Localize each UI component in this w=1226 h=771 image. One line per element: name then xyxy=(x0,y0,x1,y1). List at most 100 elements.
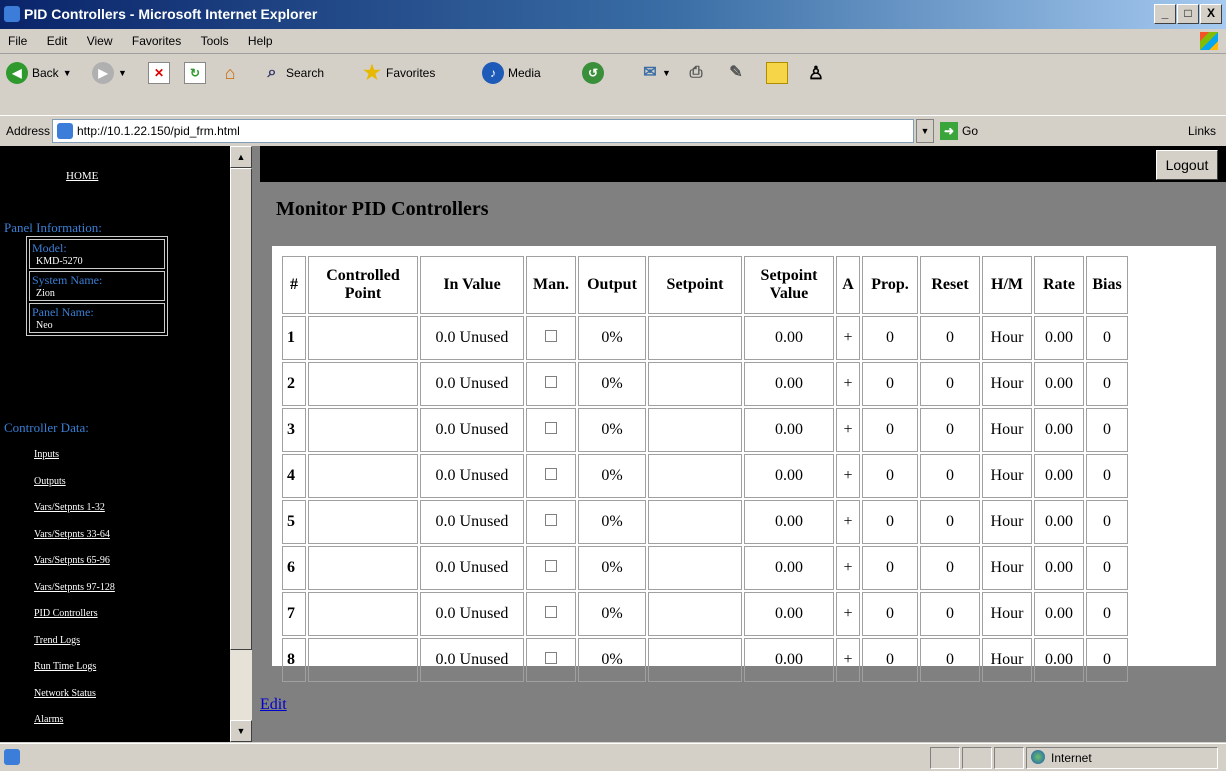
cell-manual xyxy=(526,546,576,590)
scroll-down-icon[interactable]: ▼ xyxy=(230,720,252,742)
cell-setpoint-value: 0.00 xyxy=(744,638,834,682)
forward-button[interactable]: ▶ ▼ xyxy=(92,61,127,85)
maximize-button[interactable]: □ xyxy=(1177,4,1199,24)
cell-setpoint xyxy=(648,316,742,360)
search-icon: ⌕ xyxy=(267,64,277,81)
cell-reset: 0 xyxy=(920,592,980,636)
history-button[interactable]: ↺ xyxy=(582,61,604,85)
sidebar-link-vars-97-128[interactable]: Vars/Setpnts 97-128 xyxy=(34,575,115,602)
messenger-button[interactable]: ♙ xyxy=(806,61,826,85)
manual-checkbox[interactable] xyxy=(545,560,557,572)
sidebar-link-alarms[interactable]: Alarms xyxy=(34,707,115,734)
stop-button[interactable]: ✕ xyxy=(148,61,170,85)
minimize-button[interactable]: _ xyxy=(1154,4,1176,24)
cell-setpoint xyxy=(648,408,742,452)
controller-data-heading: Controller Data: xyxy=(4,420,89,435)
cell-number: 4 xyxy=(282,454,306,498)
dropdown-icon: ▼ xyxy=(662,68,671,78)
star-icon: ★ xyxy=(363,62,381,84)
cell-action: + xyxy=(836,638,860,682)
edit-page-button[interactable]: ✎ xyxy=(726,61,746,85)
cell-bias: 0 xyxy=(1086,408,1128,452)
menu-edit[interactable]: Edit xyxy=(39,29,76,48)
cell-rate: 0.00 xyxy=(1034,454,1084,498)
cell-setpoint-value: 0.00 xyxy=(744,454,834,498)
panel-name-label: Panel Name: xyxy=(32,305,94,319)
manual-checkbox[interactable] xyxy=(545,514,557,526)
go-button[interactable]: ➜ Go xyxy=(940,122,978,140)
menu-file[interactable]: File xyxy=(0,29,35,48)
sidebar-link-inputs[interactable]: Inputs xyxy=(34,442,115,469)
back-button[interactable]: ◀ Back ▼ xyxy=(6,61,72,85)
favorites-button[interactable]: ★ Favorites xyxy=(362,61,435,85)
main-frame: Logout Monitor PID Controllers # Control… xyxy=(252,146,1226,742)
links-button[interactable]: Links xyxy=(1188,124,1216,138)
manual-checkbox[interactable] xyxy=(545,606,557,618)
page-status-icon xyxy=(4,749,20,765)
address-bar: Address http://10.1.22.150/pid_frm.html … xyxy=(0,115,1226,146)
cell-manual xyxy=(526,408,576,452)
cell-number: 6 xyxy=(282,546,306,590)
home-button[interactable]: ⌂ xyxy=(220,61,240,85)
cell-number: 3 xyxy=(282,408,306,452)
manual-checkbox[interactable] xyxy=(545,422,557,434)
col-header-rate: Rate xyxy=(1034,256,1084,314)
logout-button[interactable]: Logout xyxy=(1156,150,1218,180)
menu-help[interactable]: Help xyxy=(240,29,281,48)
sidebar-link-outputs[interactable]: Outputs xyxy=(34,469,115,496)
cell-hm: Hour xyxy=(982,592,1032,636)
discuss-button[interactable] xyxy=(766,61,788,85)
pid-table: # Controlled Point In Value Man. Output … xyxy=(280,254,1130,684)
manual-checkbox[interactable] xyxy=(545,376,557,388)
forward-arrow-icon: ▶ xyxy=(92,62,114,84)
manual-checkbox[interactable] xyxy=(545,330,557,342)
menu-view[interactable]: View xyxy=(79,29,121,48)
cell-output: 0% xyxy=(578,408,646,452)
cell-in-value: 0.0 Unused xyxy=(420,316,524,360)
cell-setpoint xyxy=(648,454,742,498)
scroll-up-icon[interactable]: ▲ xyxy=(230,146,252,168)
cell-bias: 0 xyxy=(1086,454,1128,498)
cell-prop: 0 xyxy=(862,316,918,360)
home-link[interactable]: HOME xyxy=(66,170,98,182)
sidebar-link-pid-controllers[interactable]: PID Controllers xyxy=(34,601,115,628)
cell-prop: 0 xyxy=(862,454,918,498)
system-name-label: System Name: xyxy=(32,273,103,287)
sidebar-link-vars-65-96[interactable]: Vars/Setpnts 65-96 xyxy=(34,548,115,575)
table-row: 3 0.0 Unused 0% 0.00 +0 0 Hour 0.00 0 xyxy=(282,408,1128,452)
back-label: Back xyxy=(32,66,59,80)
sidebar: HOME Panel Information: Model: KMD-5270 … xyxy=(0,146,230,742)
address-dropdown-icon[interactable]: ▼ xyxy=(916,119,934,143)
refresh-button[interactable]: ↻ xyxy=(184,61,206,85)
cell-rate: 0.00 xyxy=(1034,500,1084,544)
print-button[interactable]: ⎙ xyxy=(686,61,706,85)
col-header-number: # xyxy=(282,256,306,314)
cell-reset: 0 xyxy=(920,546,980,590)
sidebar-link-run-time-logs[interactable]: Run Time Logs xyxy=(34,654,115,681)
scroll-thumb[interactable] xyxy=(230,168,252,650)
cell-prop: 0 xyxy=(862,408,918,452)
col-header-bias: Bias xyxy=(1086,256,1128,314)
sidebar-link-vars-33-64[interactable]: Vars/Setpnts 33-64 xyxy=(34,522,115,549)
cell-action: + xyxy=(836,546,860,590)
address-input[interactable]: http://10.1.22.150/pid_frm.html xyxy=(52,119,914,143)
cell-in-value: 0.0 Unused xyxy=(420,500,524,544)
menu-tools[interactable]: Tools xyxy=(193,29,237,48)
search-button[interactable]: ⌕ Search xyxy=(262,61,325,85)
cell-output: 0% xyxy=(578,454,646,498)
edit-link[interactable]: Edit xyxy=(260,696,287,714)
cell-in-value: 0.0 Unused xyxy=(420,408,524,452)
menu-favorites[interactable]: Favorites xyxy=(124,29,189,48)
sidebar-link-trend-logs[interactable]: Trend Logs xyxy=(34,628,115,655)
mail-button[interactable]: ✉ ▼ xyxy=(640,61,671,85)
sidebar-link-vars-1-32[interactable]: Vars/Setpnts 1-32 xyxy=(34,495,115,522)
manual-checkbox[interactable] xyxy=(545,468,557,480)
manual-checkbox[interactable] xyxy=(545,652,557,664)
close-button[interactable]: X xyxy=(1200,4,1222,24)
cell-rate: 0.00 xyxy=(1034,638,1084,682)
cell-controlled-point xyxy=(308,454,418,498)
cell-hm: Hour xyxy=(982,638,1032,682)
media-button[interactable]: ♪ Media xyxy=(482,61,541,85)
sidebar-link-network-status[interactable]: Network Status xyxy=(34,681,115,708)
sidebar-scrollbar[interactable]: ▲ ▼ xyxy=(230,146,252,742)
